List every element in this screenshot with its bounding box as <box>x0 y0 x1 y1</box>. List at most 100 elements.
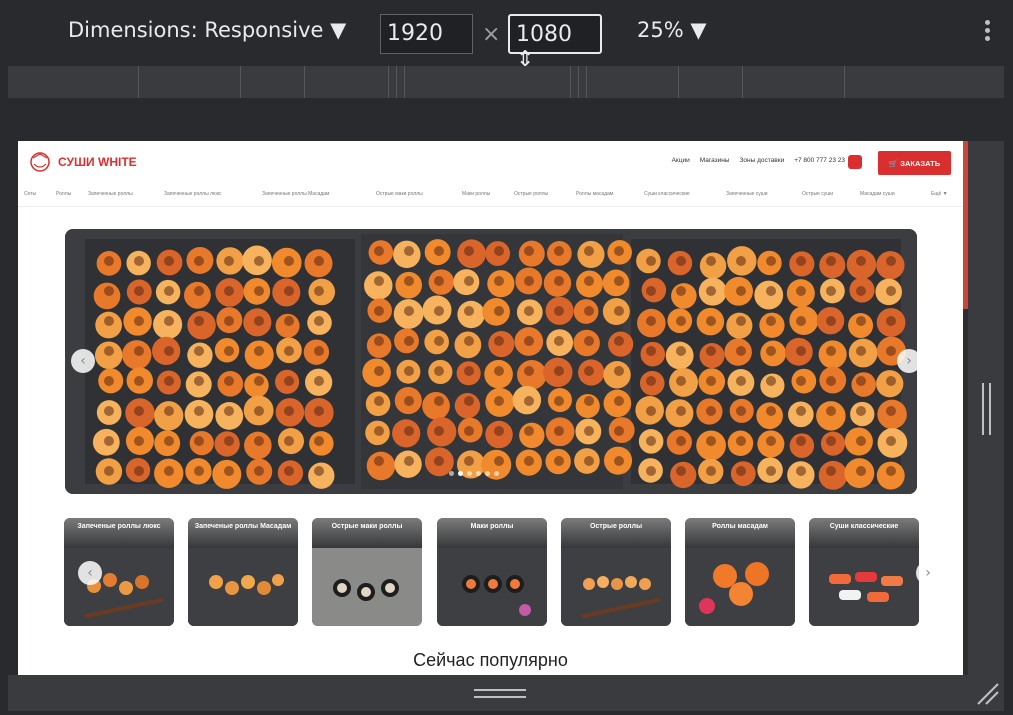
sushi-topping <box>164 436 174 446</box>
sushi-topping <box>104 466 114 476</box>
sushi-topping <box>524 246 534 256</box>
mq-segment[interactable] <box>578 66 579 98</box>
sushi-piece <box>422 392 450 420</box>
more-categories-dropdown[interactable]: Ещё ▼ <box>931 191 948 197</box>
sushi-topping <box>886 316 896 326</box>
sushi-topping <box>374 306 384 316</box>
logo-icon[interactable] <box>28 150 52 174</box>
sushi-topping <box>104 406 114 416</box>
hero-page-dot[interactable] <box>449 471 454 476</box>
sushi-topping <box>314 376 324 386</box>
category-card[interactable]: Острые роллы <box>561 518 671 626</box>
sushi-topping <box>856 436 866 446</box>
category-card[interactable]: Запеченые роллы Масадам <box>188 518 298 626</box>
dimensions-dropdown[interactable]: Dimensions: Responsive ▼ <box>68 18 346 42</box>
category-link[interactable]: Запеченные роллы <box>88 191 133 197</box>
zoom-dropdown[interactable]: 25% ▼ <box>637 18 707 42</box>
sushi-topping <box>584 246 594 256</box>
sushi-topping <box>736 316 746 326</box>
mq-segment[interactable] <box>570 66 571 98</box>
resize-grip-icon <box>982 383 991 435</box>
category-card[interactable]: Маки роллы <box>437 518 547 626</box>
sushi-topping <box>554 306 564 316</box>
sushi-topping <box>796 376 806 386</box>
mq-segment[interactable] <box>586 66 587 98</box>
sushi-topping <box>614 306 624 316</box>
more-options-icon[interactable] <box>978 18 996 48</box>
sushi-topping <box>224 406 234 416</box>
sushi-topping <box>284 256 294 266</box>
sushi-topping <box>614 336 624 346</box>
category-link[interactable]: Маки роллы <box>462 191 490 197</box>
sushi-piece <box>519 422 545 449</box>
phone-icon[interactable] <box>848 155 862 169</box>
category-link[interactable]: Роллы <box>56 191 71 197</box>
nav-link-delivery-zones[interactable]: Зоны доставки <box>739 157 784 164</box>
resize-corner-icon[interactable] <box>972 678 1000 706</box>
logo-text[interactable]: СУШИ WHITE <box>58 155 137 169</box>
sushi-topping <box>646 406 656 416</box>
resize-handle-right[interactable] <box>968 141 1004 675</box>
hero-page-dot[interactable] <box>476 471 481 476</box>
category-link[interactable]: Острые суши <box>802 191 833 197</box>
category-link[interactable]: Запеченные роллы Масадам <box>262 191 329 197</box>
category-link[interactable]: Суши классические <box>644 191 690 197</box>
hero-prev-arrow[interactable]: ‹ <box>71 349 95 373</box>
mq-segment[interactable] <box>388 66 389 98</box>
category-card[interactable]: Роллы масадам <box>685 518 795 626</box>
media-query-bar[interactable] <box>8 66 1004 98</box>
sushi-topping <box>646 346 656 356</box>
category-card[interactable]: Острые маки роллы <box>312 518 422 626</box>
sushi-topping <box>646 286 656 296</box>
sushi-topping <box>464 276 474 286</box>
sushi-topping <box>554 276 564 286</box>
order-button[interactable]: 🛒 ЗАКАЗАТЬ <box>878 151 951 175</box>
sushi-topping <box>766 346 776 356</box>
mq-segment[interactable] <box>396 66 397 98</box>
category-link[interactable]: Роллы масадам <box>576 191 613 197</box>
width-input[interactable]: 1920 <box>380 14 473 54</box>
cards-prev-arrow[interactable]: ‹ <box>78 561 102 585</box>
hero-image <box>65 229 917 494</box>
sushi-topping <box>584 276 594 286</box>
resize-handle-bottom[interactable] <box>8 675 1004 711</box>
sushi-topping <box>284 436 294 446</box>
mq-segment[interactable] <box>240 66 241 98</box>
category-link[interactable]: Запеченные суши <box>726 191 768 197</box>
category-link[interactable]: Острые маки роллы <box>376 191 423 197</box>
sushi-topping <box>886 436 896 446</box>
top-nav: Акции Магазины Зоны доставки +7 800 777 … <box>672 157 845 164</box>
mq-segment[interactable] <box>678 66 679 98</box>
sushi-topping <box>284 406 294 416</box>
category-card[interactable]: Суши классические <box>809 518 919 626</box>
hero-page-dot[interactable] <box>458 471 463 476</box>
height-input[interactable]: 1080 ⇕ <box>508 14 602 72</box>
hero-page-dot[interactable] <box>485 471 490 476</box>
sushi-topping <box>254 286 264 296</box>
sushi-topping <box>706 256 716 266</box>
sushi-topping <box>736 346 746 356</box>
phone-number[interactable]: +7 800 777 23 23 <box>794 157 845 164</box>
sushi-topping <box>856 316 866 326</box>
mq-segment[interactable] <box>138 66 139 98</box>
sushi-topping <box>284 316 294 326</box>
mq-segment[interactable] <box>844 66 845 98</box>
category-link[interactable]: Острые роллы <box>514 191 548 197</box>
sushi-topping <box>164 316 174 326</box>
category-link[interactable]: Сеты <box>24 191 36 197</box>
hero-page-dot[interactable] <box>494 471 499 476</box>
mq-segment[interactable] <box>742 66 743 98</box>
sushi-topping <box>676 406 686 416</box>
nav-link-stores[interactable]: Магазины <box>700 157 730 164</box>
hero-carousel[interactable]: ‹ › <box>65 229 917 494</box>
category-link[interactable]: Масадам суши <box>860 191 895 197</box>
category-link[interactable]: Запеченные роллы люкс <box>164 191 221 197</box>
sushi-topping <box>104 436 114 446</box>
hero-next-arrow[interactable]: › <box>897 349 917 373</box>
mq-segment[interactable] <box>304 66 305 98</box>
hero-page-dot[interactable] <box>467 471 472 476</box>
nav-link-promos[interactable]: Акции <box>672 157 690 164</box>
cards-next-arrow[interactable]: › <box>916 561 940 585</box>
sushi-topping <box>494 336 504 346</box>
mq-segment[interactable] <box>404 66 405 98</box>
